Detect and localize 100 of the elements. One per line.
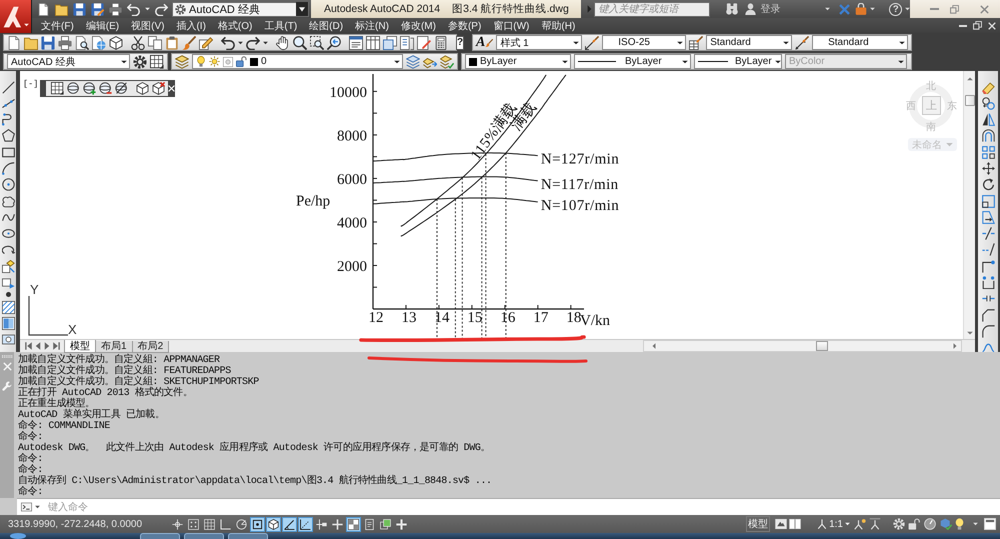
move-arrows-icon[interactable] [982, 162, 994, 175]
tripod-bar-icon[interactable] [869, 518, 881, 530]
down-arrow-icon[interactable] [966, 331, 972, 335]
line-icon[interactable] [2, 80, 14, 94]
menu-item[interactable]: 参数(P) [446, 18, 484, 33]
lightbulb-icon[interactable] [954, 518, 965, 530]
menu-item[interactable]: 文件(F) [39, 18, 76, 33]
caret-down-icon[interactable] [263, 40, 268, 44]
right-arrow-icon[interactable] [587, 5, 592, 13]
image-frame-icon[interactable] [775, 518, 788, 530]
lock-icon[interactable] [855, 3, 868, 15]
arc-icon[interactable] [2, 162, 14, 175]
sphere-minus-icon[interactable] [99, 82, 112, 95]
ellipse-icon[interactable] [2, 227, 14, 240]
pentagon-icon[interactable] [2, 129, 14, 142]
circle-icon[interactable] [2, 178, 14, 192]
status-toggle[interactable] [218, 516, 233, 532]
dimension-style-dropdown[interactable]: ISO-25 [602, 35, 686, 50]
prompt-icon[interactable] [21, 502, 32, 512]
chamfer-icon[interactable] [982, 308, 994, 322]
annotation-scale-button[interactable]: 1:1 [817, 518, 850, 530]
layout-tab[interactable]: 模型 [64, 340, 96, 352]
status-toggle[interactable] [282, 516, 297, 532]
menu-item[interactable]: 插入(I) [174, 18, 208, 33]
menu-item[interactable]: 工具(T) [262, 18, 300, 33]
array-icon[interactable] [982, 146, 994, 159]
hand-icon[interactable] [276, 36, 290, 50]
layout-tab[interactable]: 布局1 [95, 340, 133, 352]
menu-item[interactable]: 绘图(D) [307, 18, 346, 33]
eraser-icon[interactable] [982, 80, 994, 94]
status-toggle[interactable] [394, 516, 409, 532]
globe-page-icon[interactable] [92, 36, 106, 50]
status-toggle[interactable] [266, 516, 281, 532]
leader-brush-icon[interactable] [795, 36, 810, 50]
scissors-icon[interactable] [131, 36, 145, 50]
gear-icon[interactable] [133, 54, 147, 68]
sphere-icon[interactable] [67, 82, 80, 95]
scrollbar-thumb[interactable] [816, 341, 828, 351]
caret-down-icon[interactable] [145, 7, 150, 11]
right-arrow-icon[interactable] [953, 343, 957, 349]
redo-arrow-icon[interactable] [246, 36, 260, 50]
two-panels-icon[interactable] [789, 518, 802, 530]
lineweight-dropdown[interactable]: ByLayer [694, 54, 782, 69]
magnifier-icon[interactable] [293, 36, 307, 50]
user-icon[interactable] [745, 3, 756, 15]
left-arrow-icon[interactable] [652, 343, 656, 349]
page-magnifier-icon[interactable] [75, 36, 89, 50]
status-toggle[interactable] [346, 516, 361, 532]
menu-item[interactable]: 修改(M) [398, 18, 438, 33]
search-field[interactable]: 键入关键字或短语 [594, 2, 710, 16]
layer-dropdown[interactable]: 0 [192, 54, 403, 69]
layout-tab[interactable]: 布局2 [132, 340, 170, 352]
minimize-icon[interactable] [959, 24, 967, 26]
calculator-icon[interactable] [434, 36, 448, 50]
caret-down-icon[interactable] [825, 7, 830, 11]
caret-down-icon[interactable] [905, 7, 910, 11]
disk-pencil-icon[interactable] [91, 2, 104, 16]
magnifier-frame-icon[interactable] [310, 36, 324, 50]
printer-icon[interactable] [109, 2, 122, 16]
point-icon[interactable] [6, 292, 10, 298]
horizontal-scrollbar[interactable] [643, 340, 962, 352]
hexagon-check-icon[interactable] [940, 518, 952, 530]
construction-line-icon[interactable] [2, 96, 14, 110]
last-arrow-icon[interactable] [53, 342, 60, 350]
menu-item[interactable]: 标注(N) [353, 18, 391, 33]
break-point-icon[interactable] [982, 260, 994, 273]
binoculars-icon[interactable] [726, 3, 738, 15]
block-make-icon[interactable] [2, 276, 14, 290]
color-dropdown[interactable]: ByLayer [465, 54, 571, 69]
ellipse-arc-icon[interactable] [2, 243, 14, 256]
columns-icon[interactable] [366, 36, 380, 50]
restore-icon[interactable] [973, 21, 982, 30]
help-button[interactable]: ? [889, 2, 902, 16]
printer-icon[interactable] [58, 36, 72, 50]
text-style-dropdown[interactable]: 样式 1 [496, 35, 582, 50]
polyline-icon[interactable] [2, 113, 14, 126]
cube-icon[interactable] [109, 36, 123, 50]
caret-down-icon[interactable] [973, 522, 978, 526]
status-toggle[interactable] [202, 516, 217, 532]
sphere-plus-icon[interactable] [83, 82, 96, 95]
caret-down-icon[interactable] [238, 40, 243, 44]
vertical-scrollbar[interactable] [963, 71, 975, 339]
copy-objects-icon[interactable] [982, 96, 994, 110]
grid-cube-icon[interactable] [51, 82, 64, 95]
fillet-icon[interactable] [982, 324, 994, 338]
multileader-style-dropdown[interactable]: Standard [812, 35, 908, 50]
rotate-icon[interactable] [982, 178, 994, 192]
block-insert-icon[interactable] [2, 260, 14, 273]
table-style-dropdown[interactable]: Standard [706, 35, 792, 50]
scale-icon[interactable] [982, 194, 994, 208]
menu-item[interactable]: 窗口(W) [491, 18, 532, 33]
stacked-sheets-icon[interactable] [383, 36, 397, 50]
extend-icon[interactable] [982, 243, 994, 256]
right-arrow-icon[interactable] [44, 342, 50, 350]
menu-item[interactable]: 帮助(H) [539, 18, 578, 33]
folder-icon[interactable] [55, 2, 68, 16]
viewport-label[interactable]: [-] [23, 79, 38, 89]
gradient-icon[interactable] [2, 316, 14, 330]
undo-arrow-icon[interactable] [221, 36, 235, 50]
cloud-icon[interactable] [2, 194, 14, 208]
